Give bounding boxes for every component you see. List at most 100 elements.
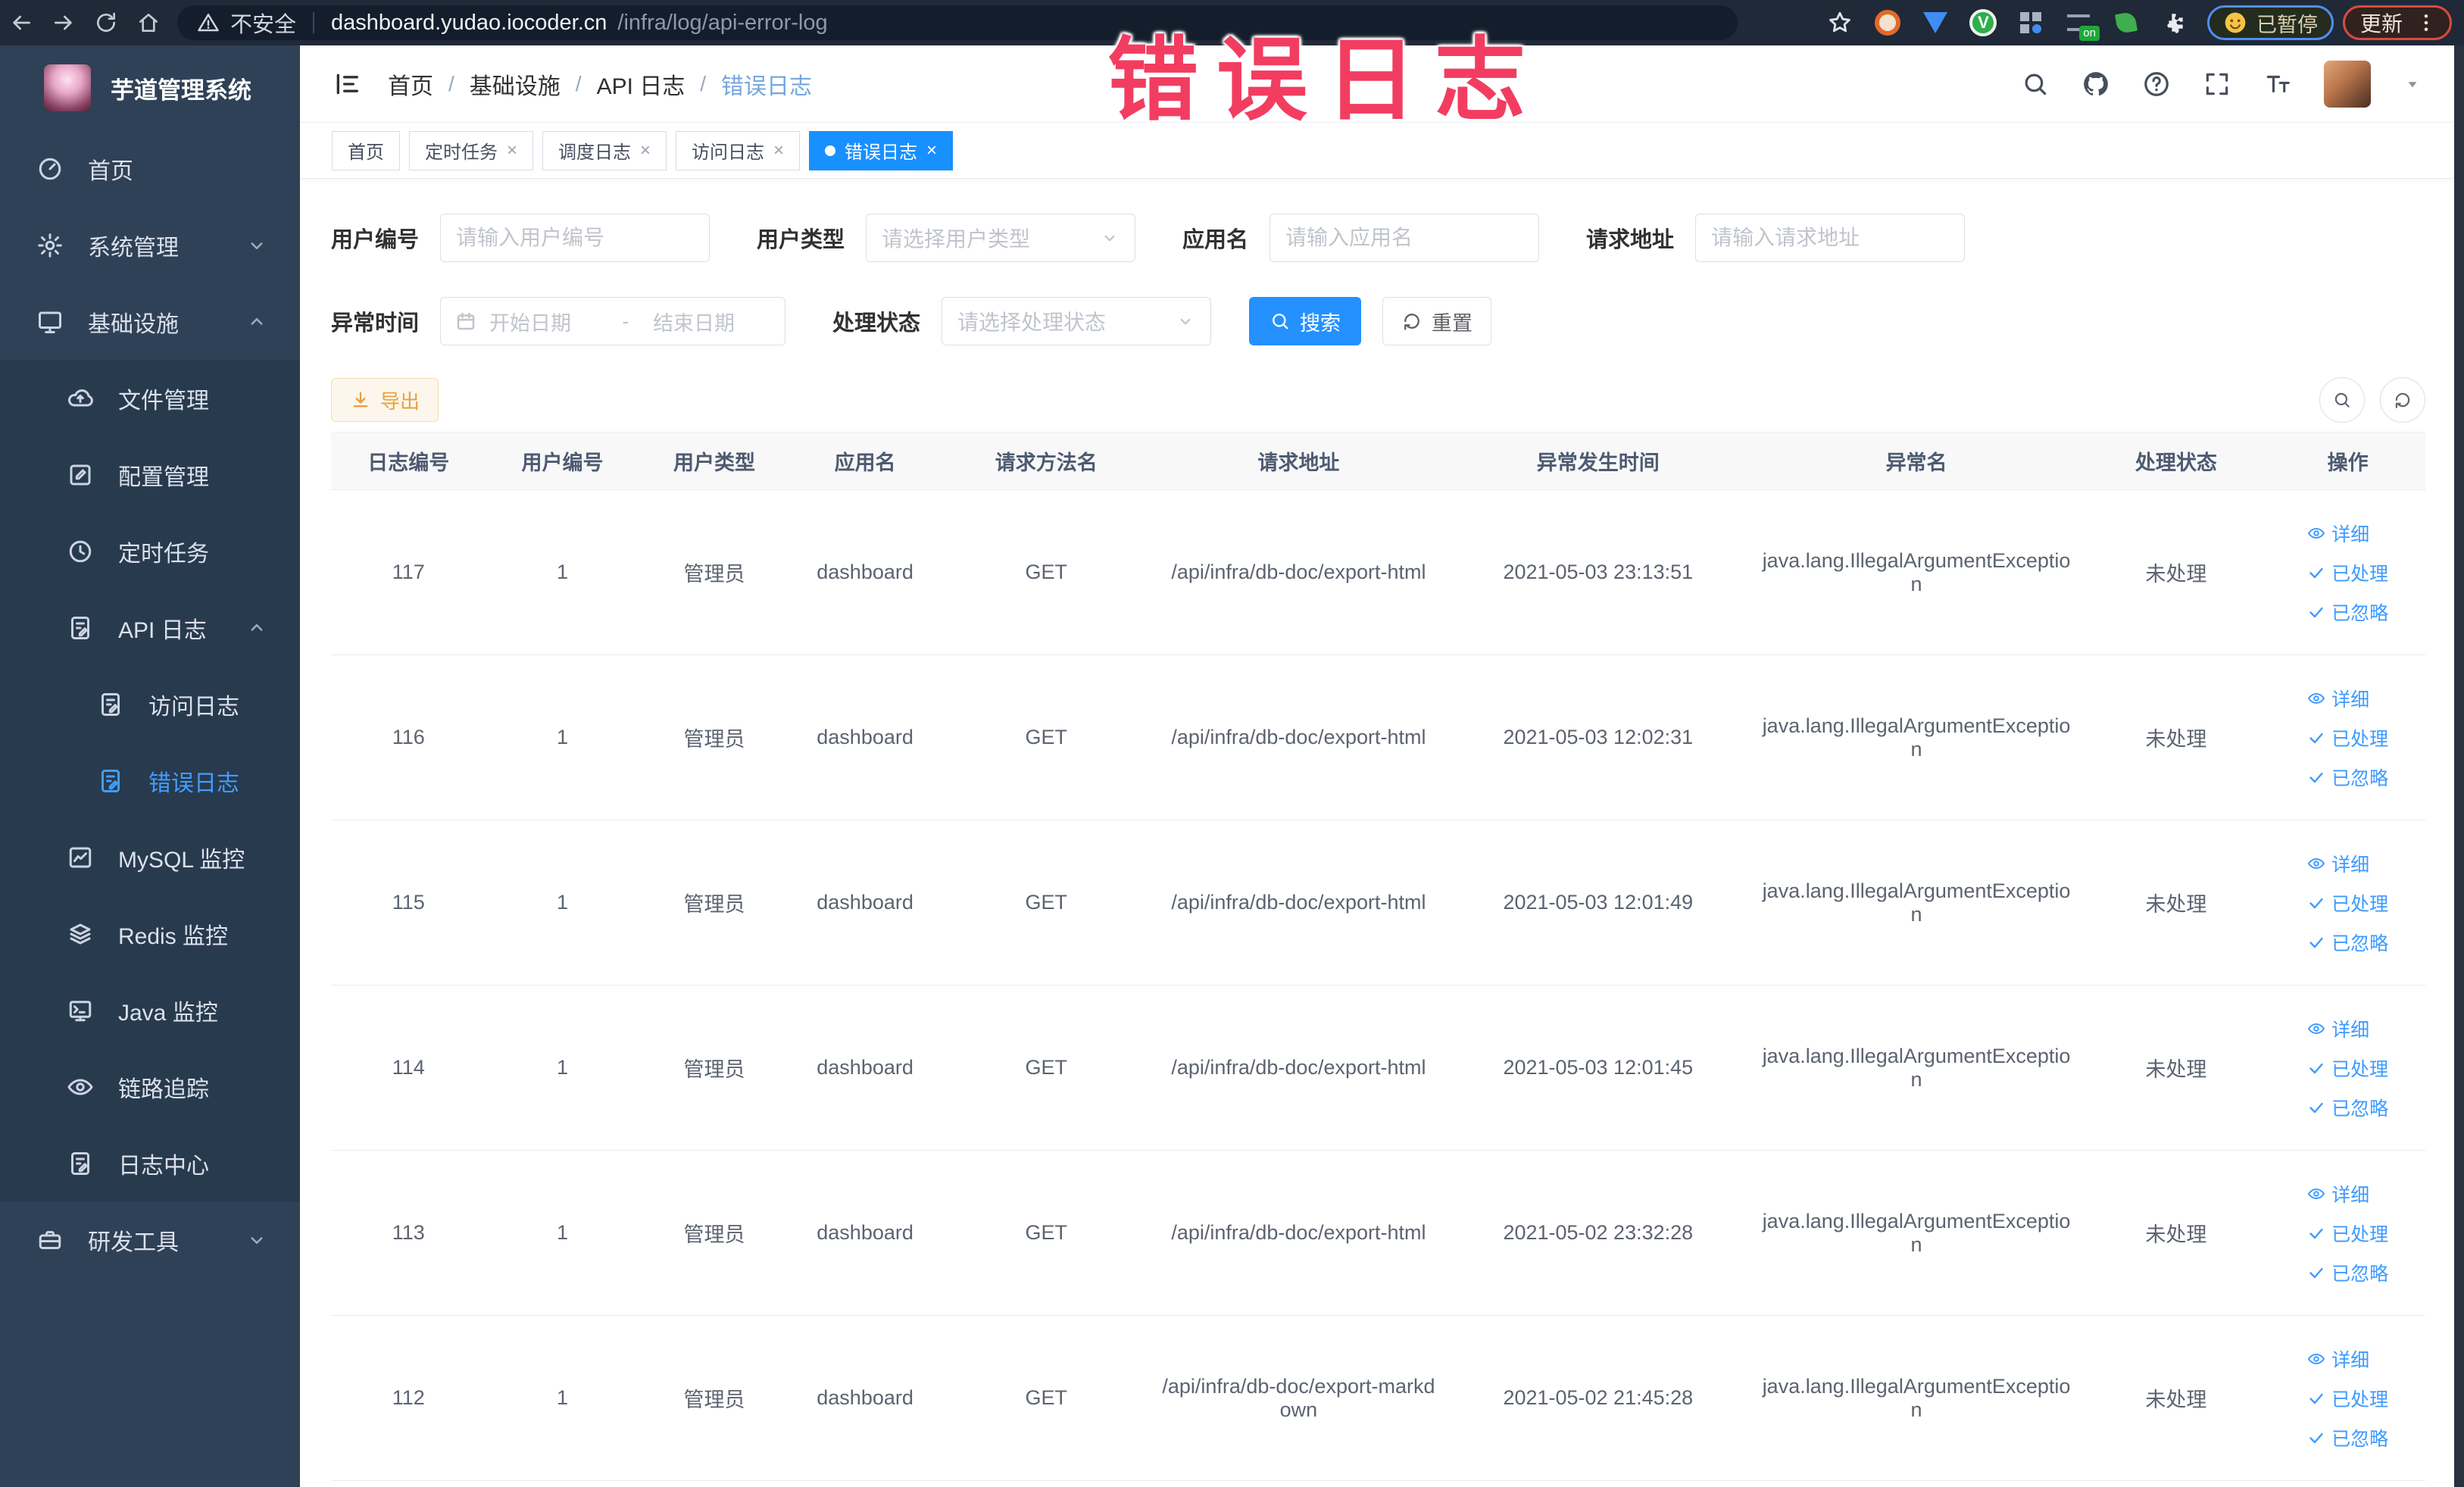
- sidebar-item-error-log[interactable]: 错误日志: [0, 742, 300, 819]
- header-search-icon[interactable]: [2021, 70, 2050, 98]
- sidebar-logo-row[interactable]: 芋道管理系统: [0, 45, 300, 130]
- cell-process-status: 未处理: [2081, 1150, 2271, 1316]
- extension-blue-shield-icon[interactable]: [1912, 0, 1960, 45]
- cell-log-id: 115: [331, 820, 486, 986]
- user-avatar[interactable]: [2324, 60, 2371, 108]
- tab-close-icon[interactable]: ×: [926, 141, 937, 160]
- mark-processed-link[interactable]: 已处理: [2307, 889, 2388, 917]
- mark-ignored-link[interactable]: 已忽略: [2307, 764, 2388, 791]
- refresh-table-button[interactable]: [2380, 377, 2425, 423]
- sidebar-item-system-mgmt[interactable]: 系统管理: [0, 207, 300, 283]
- extension-puzzle-icon[interactable]: [2150, 0, 2198, 45]
- user-id-input[interactable]: [440, 214, 710, 262]
- detail-link[interactable]: 详细: [2307, 520, 2369, 547]
- browser-back-icon[interactable]: [0, 11, 42, 35]
- main-area: 首页 / 基础设施 / API 日志 / 错误日志 首页 定时任务 × 调度日志 ×…: [300, 45, 2454, 1487]
- sidebar-item-file-mgmt[interactable]: 文件管理: [0, 360, 300, 436]
- col-method: 请求方法名: [940, 432, 1152, 490]
- tab-scheduled-tasks[interactable]: 定时任务 ×: [409, 130, 534, 170]
- sidebar-item-scheduled-tasks[interactable]: 定时任务: [0, 513, 300, 589]
- tab-close-icon[interactable]: ×: [640, 141, 651, 160]
- document-edit-icon: [67, 614, 94, 642]
- sidebar-item-label: 首页: [88, 158, 133, 184]
- detail-link[interactable]: 详细: [2307, 1345, 2369, 1373]
- toggle-search-button[interactable]: [2319, 377, 2365, 423]
- mark-ignored-link[interactable]: 已忽略: [2307, 598, 2388, 626]
- sidebar-fold-icon[interactable]: [332, 69, 362, 99]
- tab-home[interactable]: 首页: [332, 130, 400, 170]
- browser-reload-icon[interactable]: [85, 11, 127, 35]
- detail-link[interactable]: 详细: [2307, 1180, 2369, 1207]
- search-icon: [2332, 390, 2352, 410]
- browser-home-icon[interactable]: [127, 11, 170, 35]
- extension-grid-icon[interactable]: [2007, 0, 2055, 45]
- check-icon: [2307, 1264, 2325, 1282]
- sidebar-item-infrastructure[interactable]: 基础设施: [0, 283, 300, 360]
- sidebar-item-api-log[interactable]: API 日志: [0, 589, 300, 666]
- cell-exception-name: java.lang.IllegalArgumentException: [1750, 489, 2082, 655]
- detail-link[interactable]: 详细: [2307, 1015, 2369, 1042]
- font-size-icon[interactable]: [2263, 70, 2292, 98]
- detail-link[interactable]: 详细: [2307, 685, 2369, 712]
- extension-orange-icon[interactable]: [1864, 0, 1912, 45]
- sidebar-item-config-mgmt[interactable]: 配置管理: [0, 436, 300, 513]
- sidebar-item-redis-monitor[interactable]: Redis 监控: [0, 895, 300, 972]
- table-row: 117 1 管理员 dashboard GET /api/infra/db-do…: [331, 489, 2425, 655]
- sidebar-item-access-log[interactable]: 访问日志: [0, 666, 300, 742]
- sidebar-item-log-center[interactable]: 日志中心: [0, 1125, 300, 1201]
- export-button[interactable]: 导出: [331, 378, 439, 422]
- mark-ignored-link[interactable]: 已忽略: [2307, 929, 2388, 956]
- sidebar-item-label: Java 监控: [118, 1000, 218, 1026]
- breadcrumb-infrastructure[interactable]: 基础设施: [470, 67, 561, 101]
- sidebar-item-dev-tools[interactable]: 研发工具: [0, 1201, 300, 1278]
- breadcrumb-home[interactable]: 首页: [388, 67, 433, 101]
- tab-close-icon[interactable]: ×: [507, 141, 517, 160]
- search-button[interactable]: 搜索: [1249, 297, 1362, 345]
- app-name-input[interactable]: [1269, 214, 1540, 262]
- process-status-select[interactable]: 请选择处理状态: [942, 297, 1212, 345]
- sidebar-item-mysql-monitor[interactable]: MySQL 监控: [0, 819, 300, 895]
- breadcrumb-api-log[interactable]: API 日志: [597, 67, 685, 101]
- extension-on-badge-icon[interactable]: on: [2055, 0, 2103, 45]
- date-range-separator: -: [622, 309, 629, 333]
- request-url-input[interactable]: [1695, 214, 1966, 262]
- extension-leaf-icon[interactable]: [2103, 0, 2150, 45]
- document-edit-icon: [97, 767, 124, 795]
- mark-processed-link[interactable]: 已处理: [2307, 559, 2388, 586]
- detail-link[interactable]: 详细: [2307, 850, 2369, 877]
- bookmark-star-icon[interactable]: [1816, 0, 1864, 45]
- mark-processed-link[interactable]: 已处理: [2307, 724, 2388, 751]
- extension-green-v-icon[interactable]: V: [1960, 0, 2007, 45]
- mark-ignored-link[interactable]: 已忽略: [2307, 1259, 2388, 1286]
- sidebar-item-java-monitor[interactable]: Java 监控: [0, 972, 300, 1048]
- mark-processed-link[interactable]: 已处理: [2307, 1220, 2388, 1247]
- profile-paused-badge[interactable]: 已暂停: [2206, 5, 2334, 40]
- cell-user-id: 1: [486, 985, 639, 1151]
- sidebar-item-home[interactable]: 首页: [0, 130, 300, 207]
- processed-link-label: 已处理: [2331, 563, 2389, 585]
- tab-close-icon[interactable]: ×: [773, 141, 784, 160]
- reset-button[interactable]: 重置: [1382, 297, 1492, 345]
- cell-user-id: 1: [486, 1150, 639, 1316]
- mark-processed-link[interactable]: 已处理: [2307, 1054, 2388, 1082]
- exception-time-range-picker[interactable]: 开始日期 - 结束日期: [440, 297, 786, 345]
- cell-actions: 详细 已处理 已忽略: [2270, 820, 2425, 986]
- browser-forward-icon[interactable]: [42, 11, 85, 35]
- sidebar-item-tracing[interactable]: 链路追踪: [0, 1048, 300, 1125]
- user-type-select[interactable]: 请选择用户类型: [866, 214, 1136, 262]
- fullscreen-icon[interactable]: [2203, 70, 2231, 98]
- help-icon[interactable]: [2142, 70, 2171, 98]
- chart-icon: [67, 844, 94, 871]
- github-icon[interactable]: [2081, 70, 2110, 98]
- tab-schedule-log[interactable]: 调度日志 ×: [542, 130, 667, 170]
- cell-process-status: 未处理: [2081, 985, 2271, 1151]
- cell-actions: 详细 已处理 已忽略: [2270, 985, 2425, 1151]
- tab-access-log[interactable]: 访问日志 ×: [676, 130, 801, 170]
- page-scrollbar[interactable]: [2454, 45, 2464, 1487]
- browser-update-button[interactable]: 更新: [2342, 5, 2452, 40]
- tab-error-log[interactable]: 错误日志 ×: [809, 130, 954, 170]
- mark-ignored-link[interactable]: 已忽略: [2307, 1424, 2388, 1451]
- mark-ignored-link[interactable]: 已忽略: [2307, 1094, 2388, 1121]
- user-menu-caret-icon[interactable]: [2403, 74, 2422, 94]
- mark-processed-link[interactable]: 已处理: [2307, 1385, 2388, 1412]
